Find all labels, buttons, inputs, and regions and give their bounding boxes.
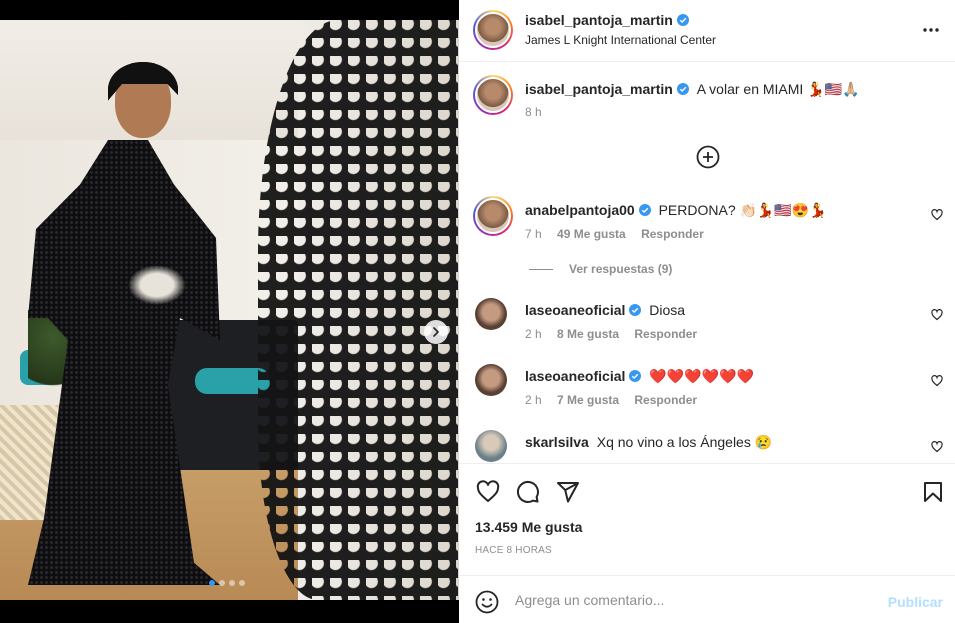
comment-meta: 7 h 49 Me gusta Responder <box>525 227 716 241</box>
comment-time[interactable]: 2 h <box>525 327 542 341</box>
comment-reply-button[interactable]: Responder <box>634 327 697 341</box>
heart-icon[interactable] <box>931 209 943 221</box>
carousel-next-button[interactable] <box>424 320 448 344</box>
carousel-dot <box>239 580 245 586</box>
heart-icon[interactable] <box>931 441 943 453</box>
comment-meta: 2 h 8 Me gusta Responder <box>525 327 709 341</box>
verified-badge-icon <box>676 83 689 95</box>
carousel-dots <box>209 580 245 586</box>
comment-avatar[interactable] <box>475 298 507 330</box>
comment-text: skarlsilva Xq no vino a los Ángeles 😢 <box>525 433 772 451</box>
view-replies-button[interactable]: Ver respuestas (9) <box>529 262 672 276</box>
carousel-dot <box>219 580 225 586</box>
caption-username[interactable]: isabel_pantoja_martin <box>525 81 673 97</box>
comment-composer: Publicar <box>459 575 955 623</box>
share-icon[interactable] <box>556 480 580 504</box>
comment-text: anabelpantoja00 PERDONA? 👏🏻💃🇺🇸😍💃 <box>525 201 827 219</box>
emoji-icon[interactable] <box>475 590 499 614</box>
caption-text: isabel_pantoja_martin A volar en MIAMI 💃… <box>525 80 860 98</box>
post-side-panel: isabel_pantoja_martin James L Knight Int… <box>459 0 955 623</box>
comment-body: ❤️❤️❤️❤️❤️❤️ <box>649 368 754 384</box>
bookmark-icon[interactable] <box>921 480 945 504</box>
comment-item: anabelpantoja00 PERDONA? 👏🏻💃🇺🇸😍💃 7 h 49 … <box>473 196 943 246</box>
verified-badge-icon <box>638 204 651 216</box>
comment-body: PERDONA? 👏🏻💃🇺🇸😍💃 <box>658 202 827 218</box>
comment-icon[interactable] <box>516 480 540 504</box>
author-username[interactable]: isabel_pantoja_martin <box>525 12 673 28</box>
likes-count[interactable]: 13.459 Me gusta <box>475 519 582 535</box>
comment-likes[interactable]: 49 Me gusta <box>557 227 626 241</box>
publish-button[interactable]: Publicar <box>888 594 943 610</box>
post-photo[interactable] <box>0 20 459 600</box>
comment-text: laseoaneoficial ❤️❤️❤️❤️❤️❤️ <box>525 367 754 385</box>
comment-likes[interactable]: 7 Me gusta <box>557 393 619 407</box>
add-circle-icon[interactable] <box>696 145 720 169</box>
comment-username[interactable]: anabelpantoja00 <box>525 202 635 218</box>
comment-body: Xq no vino a los Ángeles 😢 <box>596 434 773 450</box>
comment-meta: 2 h 7 Me gusta Responder <box>525 393 709 407</box>
instagram-post-view: isabel_pantoja_martin James L Knight Int… <box>0 0 955 623</box>
heart-icon[interactable] <box>931 309 943 321</box>
heart-icon[interactable] <box>476 480 500 504</box>
comment-likes[interactable]: 8 Me gusta <box>557 327 619 341</box>
carousel-dot <box>209 580 215 586</box>
verified-badge-icon <box>629 304 642 316</box>
replies-divider <box>529 268 553 270</box>
caption-body: A volar en MIAMI 💃🇺🇸🙏🏼 <box>696 81 860 97</box>
comment-username[interactable]: laseoaneoficial <box>525 368 625 384</box>
comment-text: laseoaneoficial Diosa <box>525 301 685 319</box>
comment-avatar[interactable] <box>473 196 513 236</box>
comment-reply-button[interactable]: Responder <box>634 393 697 407</box>
verified-badge-icon <box>629 370 642 382</box>
chevron-right-icon <box>433 327 440 337</box>
comment-item: laseoaneoficial ❤️❤️❤️❤️❤️❤️ 2 h 7 Me gu… <box>473 364 943 408</box>
photo-dress-closeup <box>258 20 458 600</box>
post-time-ago[interactable]: HACE 8 HORAS <box>475 545 552 556</box>
view-replies-label: Ver respuestas (9) <box>569 262 673 276</box>
comment-avatar[interactable] <box>475 364 507 396</box>
carousel-dot <box>229 580 235 586</box>
author-avatar[interactable] <box>473 10 513 50</box>
author-info: isabel_pantoja_martin James L Knight Int… <box>525 12 716 47</box>
heart-icon[interactable] <box>931 375 943 387</box>
comment-item: laseoaneoficial Diosa 2 h 8 Me gusta Res… <box>473 298 943 342</box>
comment-time[interactable]: 2 h <box>525 393 542 407</box>
post-location[interactable]: James L Knight International Center <box>525 33 716 47</box>
comment-item: skarlsilva Xq no vino a los Ángeles 😢 <box>473 430 943 462</box>
comment-username[interactable]: laseoaneoficial <box>525 302 625 318</box>
post-header: isabel_pantoja_martin James L Knight Int… <box>459 0 955 62</box>
comment-username[interactable]: skarlsilva <box>525 434 589 450</box>
comment-input[interactable] <box>515 588 855 612</box>
photo-feathers <box>128 265 186 305</box>
post-actions <box>459 463 955 513</box>
caption-avatar[interactable] <box>473 75 513 115</box>
comment-avatar[interactable] <box>475 430 507 462</box>
comment-body: Diosa <box>649 302 686 318</box>
verified-badge-icon <box>676 14 689 26</box>
more-horizontal-icon[interactable] <box>921 20 941 40</box>
caption-time: 8 h <box>525 105 542 119</box>
comment-reply-button[interactable]: Responder <box>641 227 704 241</box>
comment-time[interactable]: 7 h <box>525 227 542 241</box>
